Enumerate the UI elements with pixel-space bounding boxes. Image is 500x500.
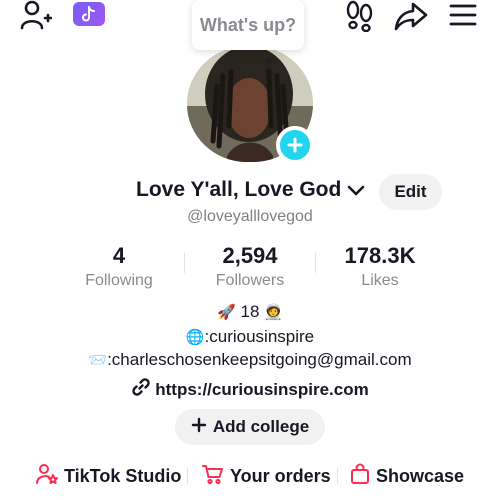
rocket-emoji: 🚀 [217, 303, 236, 321]
stat-value: 178.3K [344, 243, 416, 268]
status-bubble-text: What's up? [199, 14, 297, 35]
envelope-emoji: 📨 [88, 351, 108, 369]
stat-label: Following [85, 272, 153, 289]
showcase-link[interactable]: Showcase [350, 463, 464, 490]
tiktok-logo-icon[interactable] [73, 2, 105, 26]
footprint-icon[interactable] [345, 0, 375, 32]
stat-value: 4 [112, 243, 126, 268]
astronaut-emoji: 🧑‍🚀 [264, 303, 283, 321]
bio-email: :charleschosenkeepsitgoing@gmail.com [107, 350, 412, 369]
profile-link-text: https://curiousinspire.com [155, 379, 369, 399]
shopping-bag-icon [350, 463, 370, 490]
your-orders-label: Your orders [230, 466, 331, 486]
status-bubble-dot [266, 58, 272, 64]
hamburger-menu-icon[interactable] [448, 2, 478, 28]
stat-followers[interactable]: 2,594 Followers [190, 243, 310, 290]
stat-following[interactable]: 4 Following [59, 243, 179, 290]
display-name[interactable]: Love Y'all, Love God [136, 178, 341, 202]
bio-line: 📨:charleschosenkeepsitgoing@gmail.com [0, 350, 500, 370]
edit-profile-button[interactable]: Edit [379, 174, 442, 210]
share-icon[interactable] [394, 0, 428, 32]
tiktok-studio-label: TikTok Studio [64, 466, 182, 486]
add-story-plus-button[interactable] [276, 126, 314, 164]
stat-divider [184, 253, 185, 273]
link-icon [131, 377, 151, 402]
stat-value: 2,594 [222, 243, 278, 268]
tiktok-studio-link[interactable]: TikTok Studio [36, 463, 181, 490]
chevron-down-icon[interactable] [345, 181, 367, 201]
link-divider [187, 468, 188, 484]
showcase-label: Showcase [376, 466, 465, 486]
stat-divider [315, 253, 316, 273]
link-divider [337, 468, 338, 484]
shopping-cart-icon [202, 463, 224, 490]
add-friend-icon[interactable] [20, 0, 52, 30]
studio-person-star-icon [36, 463, 58, 490]
stat-likes[interactable]: 178.3K Likes [320, 243, 440, 290]
bio-social-handle: :curiousinspire [204, 327, 315, 346]
globe-emoji: 🌐 [185, 328, 205, 346]
status-bubble[interactable]: What's up? [192, 0, 304, 50]
profile-handle: @loveyalllovegod [187, 208, 313, 225]
profile-stats: 4 Following 2,594 Followers 178.3K Likes [0, 243, 500, 291]
add-college-label: Add college [212, 417, 310, 436]
bio-line: 🌐:curiousinspire [0, 327, 500, 347]
bio-age: 18 [235, 302, 265, 321]
bio-line: 🚀 18 🧑‍🚀 [0, 302, 500, 322]
profile-link[interactable]: https://curiousinspire.com [0, 377, 500, 402]
plus-icon [191, 417, 207, 438]
stat-label: Likes [361, 272, 399, 289]
profile-name-row: Love Y'all, Love God Edit [0, 174, 500, 210]
your-orders-link[interactable]: Your orders [202, 463, 331, 490]
creator-links-row: TikTok Studio Your orders Showcase [0, 463, 500, 489]
stat-label: Followers [215, 272, 285, 289]
add-college-button[interactable]: Add college [175, 409, 325, 445]
